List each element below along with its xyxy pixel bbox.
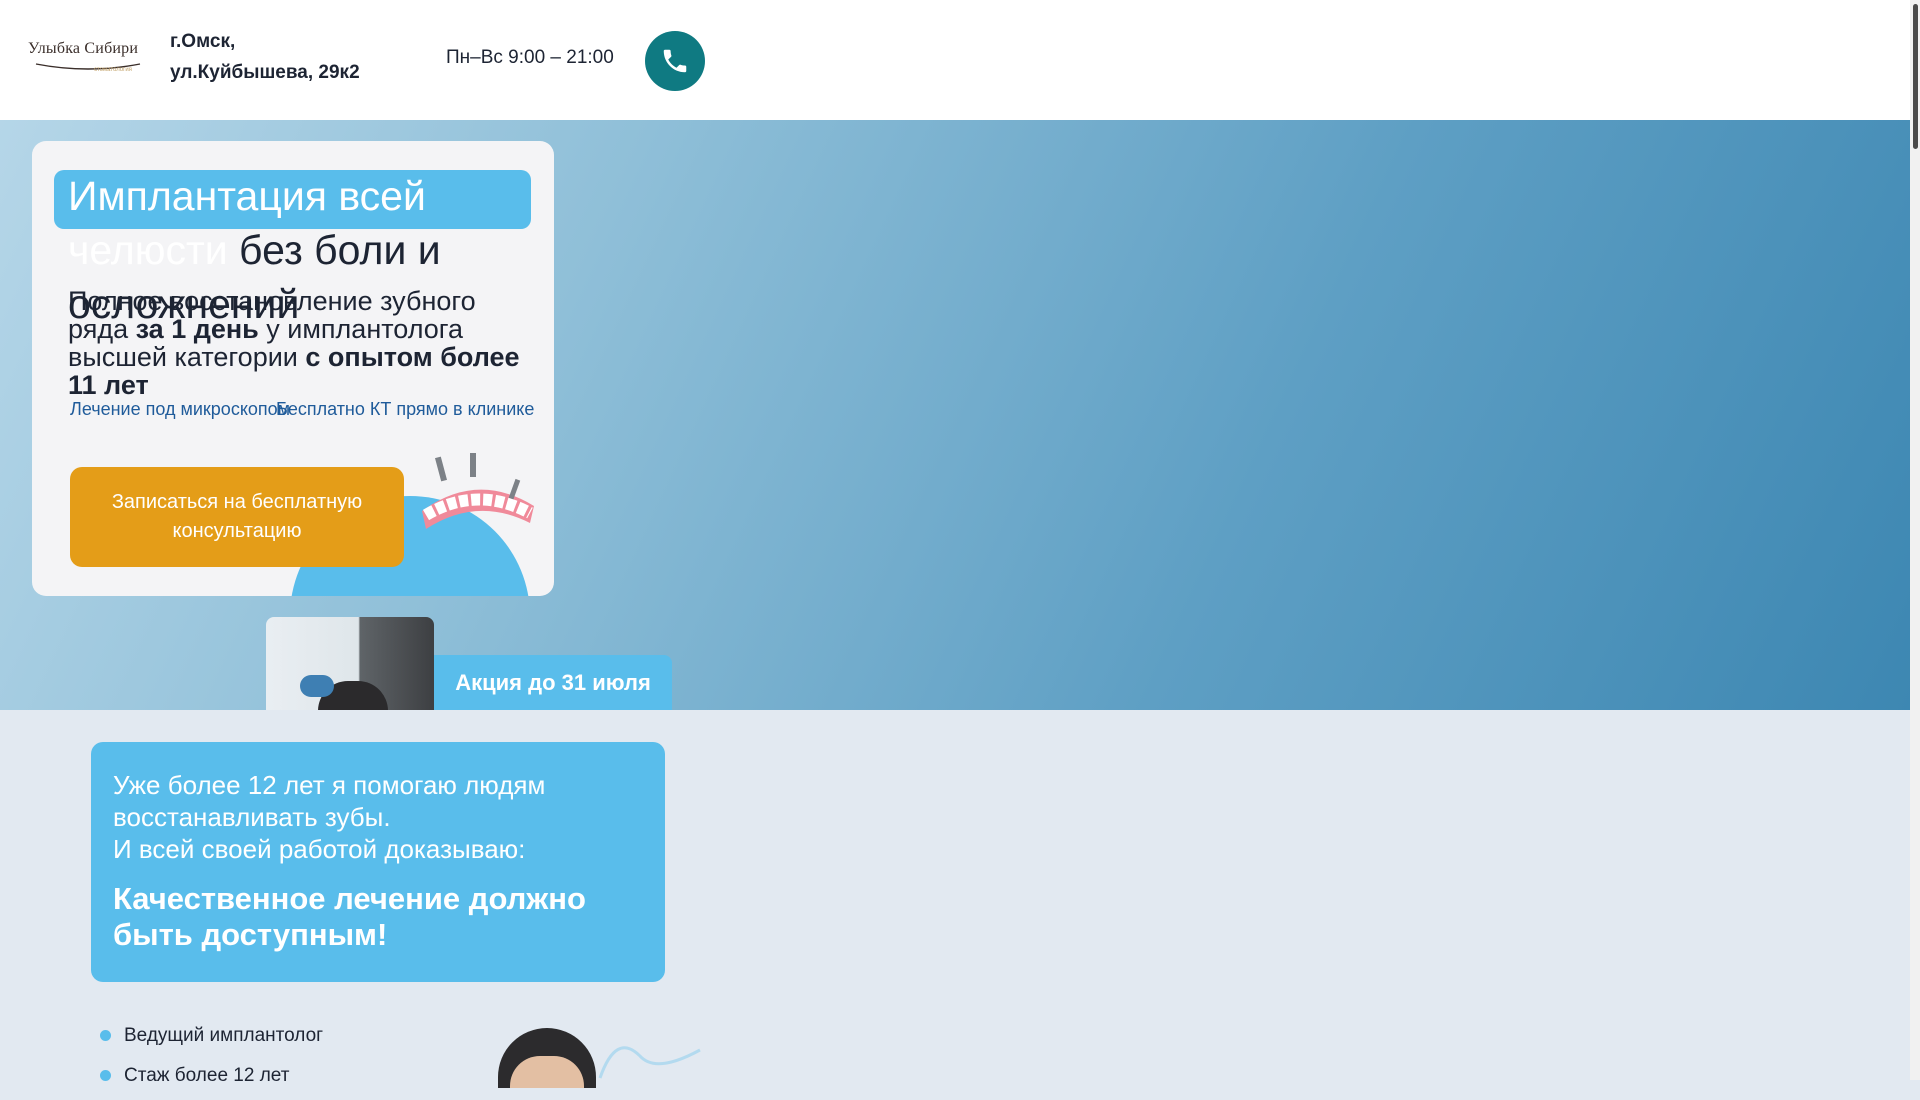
promo-badge[interactable]: Акция до 31 июля bbox=[434, 655, 672, 710]
address-city: г.Омск, bbox=[170, 31, 236, 52]
feature-free-ct: Бесплатно КТ прямо в клинике bbox=[276, 399, 535, 419]
about-line-1: Уже более 12 лет я помогаю людям восстан… bbox=[113, 770, 546, 832]
feature-microscope: Лечение под микроскопом bbox=[70, 399, 291, 419]
phone-icon bbox=[663, 49, 687, 73]
site-header: Улыбка Сибири стоматология г.Омск, ул.Ку… bbox=[0, 0, 1910, 120]
about-text: Уже более 12 лет я помогаю людям восстан… bbox=[113, 769, 633, 865]
logo-subtitle: стоматология bbox=[94, 67, 132, 73]
about-motto: Качественное лечение должно быть доступн… bbox=[113, 881, 586, 952]
phone-button[interactable] bbox=[645, 31, 705, 91]
desc-bold-1: за 1 день bbox=[135, 314, 259, 344]
decor-swirl-icon bbox=[598, 1046, 701, 1079]
doctor-face bbox=[510, 1056, 584, 1088]
free-consultation-button[interactable]: Записаться на бесплатную консультацию bbox=[70, 467, 404, 567]
list-item: Стаж более 12 лет bbox=[100, 1060, 323, 1100]
scrollbar-thumb[interactable] bbox=[1913, 4, 1918, 149]
hero-description: Полное восстановление зубного ряда за 1 … bbox=[68, 287, 538, 399]
doctor-facts-list: Ведущий имплантолог Стаж более 12 лет bbox=[100, 1020, 323, 1100]
scrollbar[interactable] bbox=[1910, 0, 1920, 1080]
doctor-photo bbox=[498, 1028, 596, 1088]
clinic-address: г.Омск, ул.Куйбышева, 29к2 bbox=[170, 26, 360, 88]
glove-shape bbox=[300, 675, 334, 697]
about-box: Уже более 12 лет я помогаю людям восстан… bbox=[91, 742, 665, 982]
working-hours: Пн–Вс 9:00 – 21:00 bbox=[446, 47, 614, 68]
dental-implant-icon bbox=[422, 453, 534, 529]
logo-text: Улыбка Сибири bbox=[28, 40, 139, 57]
promo-photo bbox=[266, 617, 434, 710]
about-line-2: И всей своей работой доказываю: bbox=[113, 834, 526, 864]
hero-card: Имплантация всей челюсти без боли и осло… bbox=[32, 141, 554, 596]
logo[interactable]: Улыбка Сибири стоматология bbox=[28, 38, 146, 84]
hero-section: Имплантация всей челюсти без боли и осло… bbox=[0, 120, 1910, 710]
address-street: ул.Куйбышева, 29к2 bbox=[170, 62, 360, 83]
list-item: Ведущий имплантолог bbox=[100, 1020, 323, 1060]
